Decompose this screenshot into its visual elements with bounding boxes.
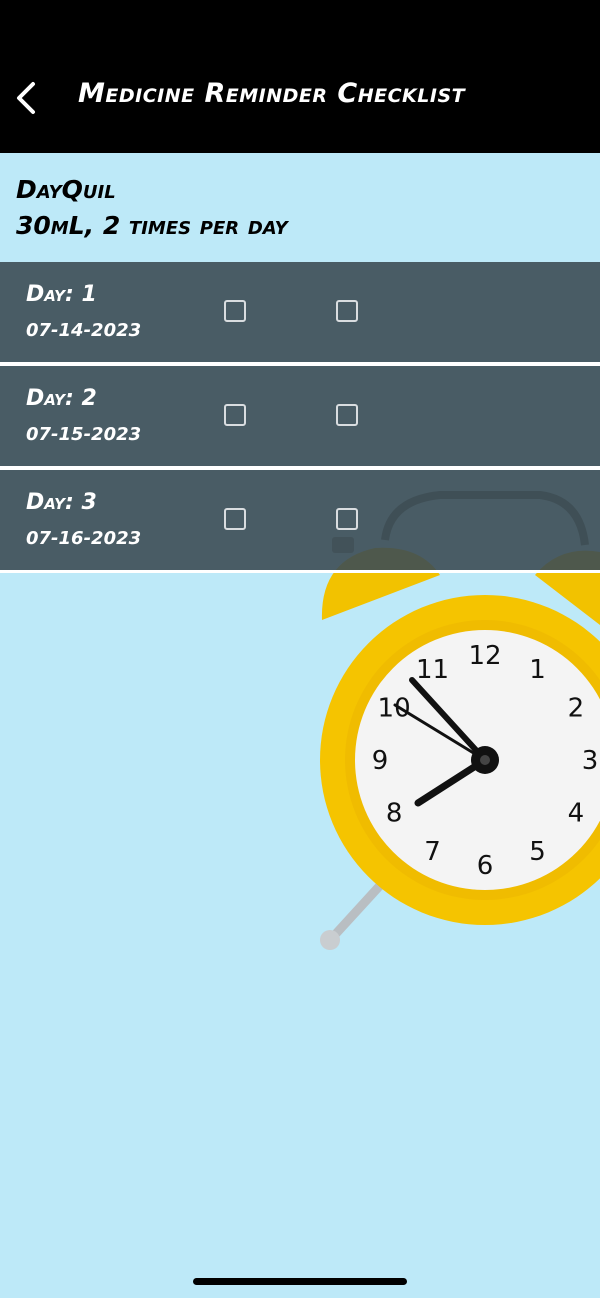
day-label: Day: 1: [26, 282, 97, 307]
checklist-row: Day: 3 07-16-2023: [0, 470, 600, 573]
day-label: Day: 3: [26, 490, 97, 515]
dose-1-checkbox[interactable]: [224, 300, 246, 322]
page-title: Medicine Reminder Checklist: [78, 78, 466, 109]
clock-numeral: 7: [424, 837, 441, 867]
day-date: 07-15-2023: [26, 424, 142, 445]
clock-numeral: 3: [582, 746, 599, 776]
checklist-row: Day: 1 07-14-2023: [0, 262, 600, 366]
clock-numeral: 6: [477, 851, 494, 881]
dose-2-checkbox[interactable]: [336, 508, 358, 530]
clock-numeral: 5: [529, 837, 546, 867]
clock-numeral: 2: [568, 694, 585, 724]
checklist: Day: 1 07-14-2023 Day: 2 07-15-2023 Day: 3 07…: [0, 262, 600, 573]
dose-2-checkbox[interactable]: [336, 300, 358, 322]
clock-numeral: 9: [372, 746, 389, 776]
dose-2-checkbox[interactable]: [336, 404, 358, 426]
clock-numeral: 11: [416, 655, 449, 685]
medicine-name: DayQuil: [16, 175, 116, 204]
app-header: Medicine Reminder Checklist: [0, 0, 600, 153]
back-button[interactable]: [8, 78, 44, 118]
clock-numeral: 4: [568, 799, 585, 829]
checklist-row: Day: 2 07-15-2023: [0, 366, 600, 470]
day-label: Day: 2: [26, 386, 97, 411]
home-indicator: [193, 1278, 407, 1285]
dose-1-checkbox[interactable]: [224, 508, 246, 530]
chevron-left-icon: [17, 82, 35, 114]
day-date: 07-14-2023: [26, 320, 142, 341]
clock-numeral: 1: [529, 655, 546, 685]
medicine-dosage: 30mL, 2 times per day: [16, 211, 288, 240]
clock-numeral: 8: [386, 799, 403, 829]
day-date: 07-16-2023: [26, 528, 142, 549]
clock-numeral: 12: [468, 641, 501, 671]
medicine-info: DayQuil 30mL, 2 times per day: [16, 172, 288, 244]
dose-1-checkbox[interactable]: [224, 404, 246, 426]
clock-numeral: 10: [378, 694, 411, 724]
